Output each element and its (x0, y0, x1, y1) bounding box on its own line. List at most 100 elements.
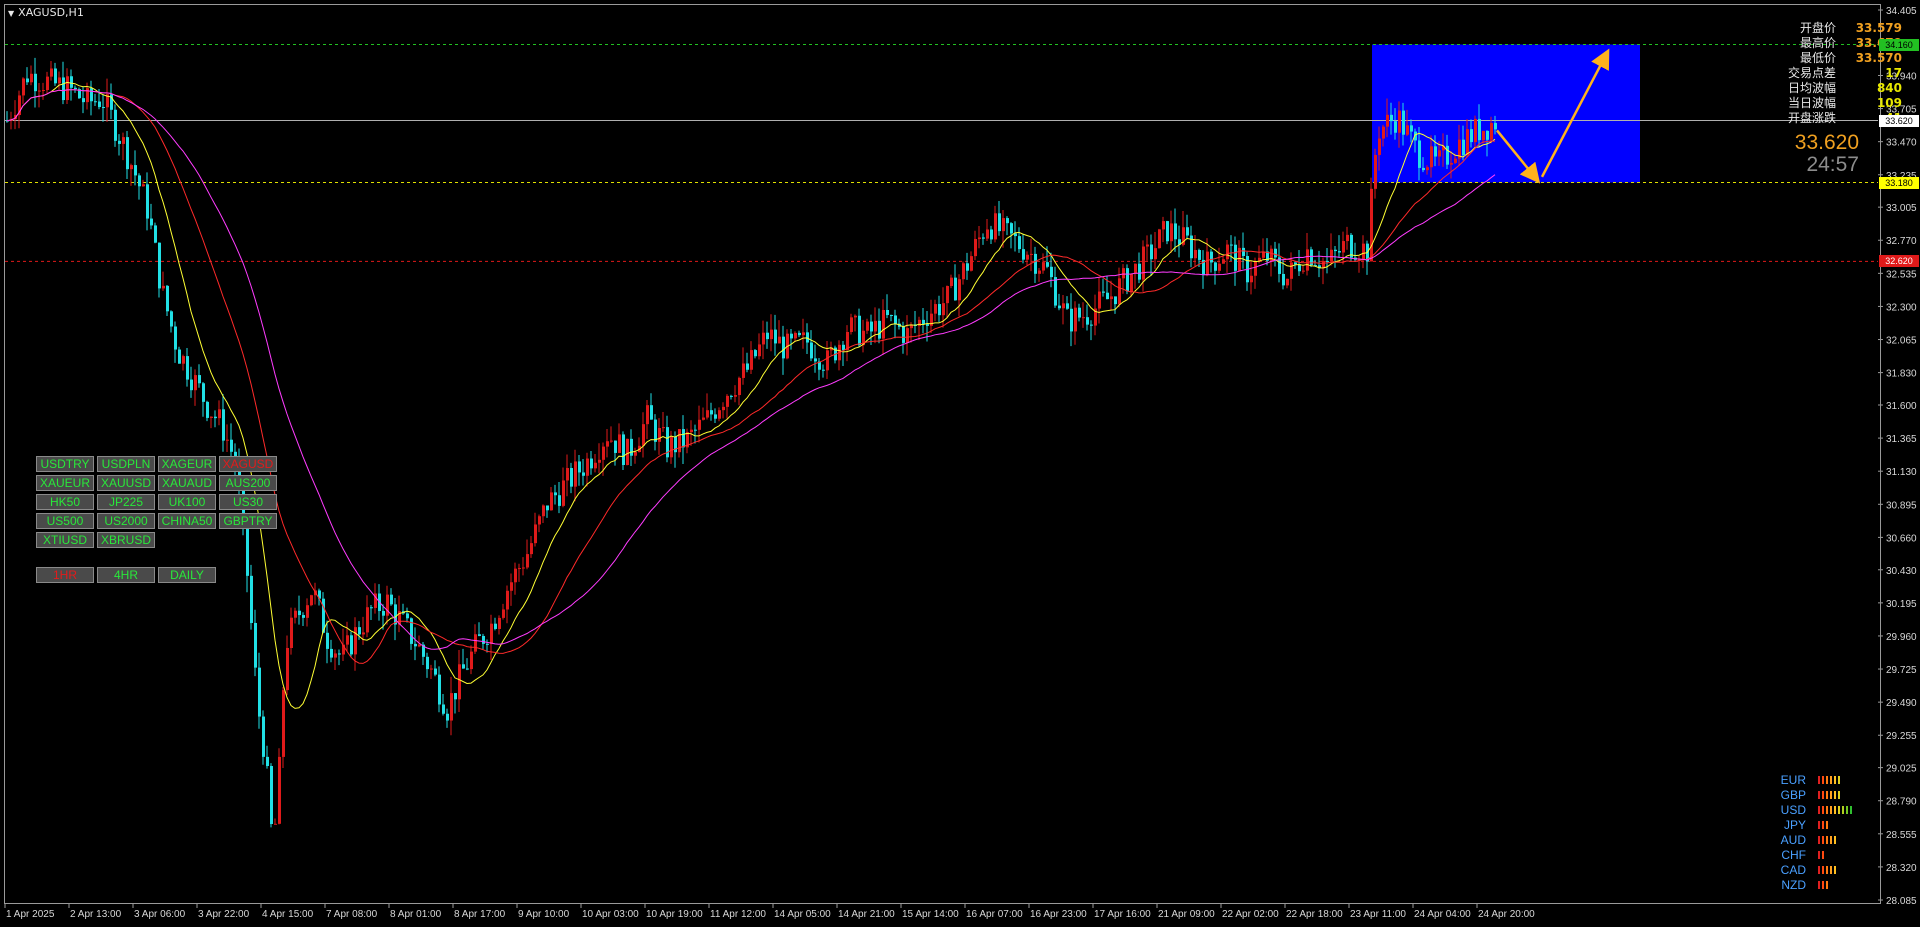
candle-body (118, 140, 121, 144)
candle-body (98, 101, 101, 108)
time-tick-label: 9 Apr 10:00 (518, 909, 570, 920)
candle-body (822, 369, 825, 371)
candle-body (870, 321, 873, 332)
symbol-button-hk50[interactable]: HK50 (36, 494, 94, 510)
bar-countdown-timer: 24:57 (1806, 153, 1859, 176)
time-tick-label: 10 Apr 19:00 (646, 909, 703, 920)
candle-body (990, 229, 993, 240)
candle-body (1162, 221, 1165, 230)
candle-body (734, 395, 737, 397)
symbol-button-us30[interactable]: US30 (219, 494, 277, 510)
strength-bar (1830, 806, 1832, 814)
candle-body (566, 468, 569, 481)
candle-body (310, 595, 313, 606)
candle-body (518, 568, 521, 570)
candle-body (954, 277, 957, 301)
candle-body (614, 440, 617, 453)
candle-body (758, 344, 761, 357)
symbol-button-aus200[interactable]: AUS200 (219, 475, 277, 491)
strength-bar (1818, 821, 1820, 829)
candle-body (1250, 275, 1253, 283)
candle-body (1214, 262, 1217, 271)
candle-body (250, 575, 253, 623)
symbol-button-us500[interactable]: US500 (36, 513, 94, 529)
timeframe-button-daily[interactable]: DAILY (158, 567, 216, 583)
candle-body (578, 461, 581, 473)
candle-body (1294, 262, 1297, 265)
candle-body (290, 617, 293, 648)
symbol-button-xauaud[interactable]: XAUAUD (158, 475, 216, 491)
candle-body (602, 446, 605, 460)
candle-body (894, 315, 897, 324)
price-tick-label: 31.130 (1886, 467, 1917, 478)
symbol-button-gbptry[interactable]: GBPTRY (219, 513, 277, 529)
candle-body (70, 76, 73, 88)
symbol-button-xauusd[interactable]: XAUUSD (97, 475, 155, 491)
candle-body (454, 693, 457, 700)
currency-name: NZD (1781, 878, 1806, 892)
candle-body (442, 704, 445, 714)
candle-body (302, 615, 305, 618)
price-tick-label: 33.470 (1886, 138, 1917, 149)
symbol-button-xaueur[interactable]: XAUEUR (36, 475, 94, 491)
candle-body (1306, 249, 1309, 271)
candle-body (150, 218, 153, 226)
candle-body (654, 419, 657, 442)
candle-body (502, 609, 505, 618)
candle-body (978, 237, 981, 240)
candle-body (1378, 138, 1381, 155)
candle-body (994, 213, 997, 240)
candle-body (306, 605, 309, 618)
symbol-button-china50[interactable]: CHINA50 (158, 513, 216, 529)
time-tick-label: 24 Apr 20:00 (1478, 909, 1535, 920)
candle-body (982, 237, 985, 239)
strength-bar (1846, 806, 1848, 814)
symbol-button-xagusd[interactable]: XAGUSD (219, 456, 277, 472)
symbol-button-jp225[interactable]: JP225 (97, 494, 155, 510)
candle-body (458, 664, 461, 700)
timeframe-button-4hr[interactable]: 4HR (97, 567, 155, 583)
candle-body (646, 405, 649, 425)
strength-bar (1830, 866, 1832, 874)
candle-body (554, 492, 557, 496)
symbol-button-xageur[interactable]: XAGEUR (158, 456, 216, 472)
candle-body (850, 317, 853, 332)
symbol-button-xtiusd[interactable]: XTIUSD (36, 532, 94, 548)
time-tick-label: 24 Apr 04:00 (1414, 909, 1471, 920)
symbol-button-usdtry[interactable]: USDTRY (36, 456, 94, 472)
candle-body (782, 336, 785, 359)
symbol-button-usdpln[interactable]: USDPLN (97, 456, 155, 472)
chart-canvas[interactable]: 34.40534.17533.94033.70533.47033.23533.0… (0, 0, 1920, 927)
candle-body (1326, 260, 1329, 262)
candle-body (474, 634, 477, 652)
candle-body (1210, 251, 1213, 263)
candle-body (610, 440, 613, 442)
candle-body (478, 634, 481, 636)
candle-body (62, 77, 65, 101)
symbol-button-us2000[interactable]: US2000 (97, 513, 155, 529)
candle-body (1350, 234, 1353, 258)
strength-bar (1850, 806, 1852, 814)
timeframe-button-1hr[interactable]: 1HR (36, 567, 94, 583)
symbol-button-xbrusd[interactable]: XBRUSD (97, 532, 155, 548)
candle-body (842, 344, 845, 350)
info-value: 33.579 (1855, 21, 1902, 35)
strength-bar (1834, 776, 1836, 784)
price-tick-label: 31.830 (1886, 369, 1917, 380)
time-tick-label: 21 Apr 09:00 (1158, 909, 1215, 920)
candle-body (1174, 223, 1177, 240)
candle-body (1430, 146, 1433, 168)
candle-body (642, 424, 645, 446)
candle-body (1474, 118, 1477, 143)
dropdown-triangle-icon[interactable]: ▼ (8, 9, 14, 18)
candle-body (650, 405, 653, 420)
candle-body (538, 516, 541, 525)
candle-body (154, 225, 157, 243)
symbol-button-uk100[interactable]: UK100 (158, 494, 216, 510)
info-label: 最低价 (1799, 51, 1836, 65)
strength-bar (1838, 791, 1840, 799)
candle-body (450, 693, 453, 721)
candle-body (1330, 249, 1333, 262)
candle-body (1030, 253, 1033, 255)
candle-body (446, 713, 449, 721)
